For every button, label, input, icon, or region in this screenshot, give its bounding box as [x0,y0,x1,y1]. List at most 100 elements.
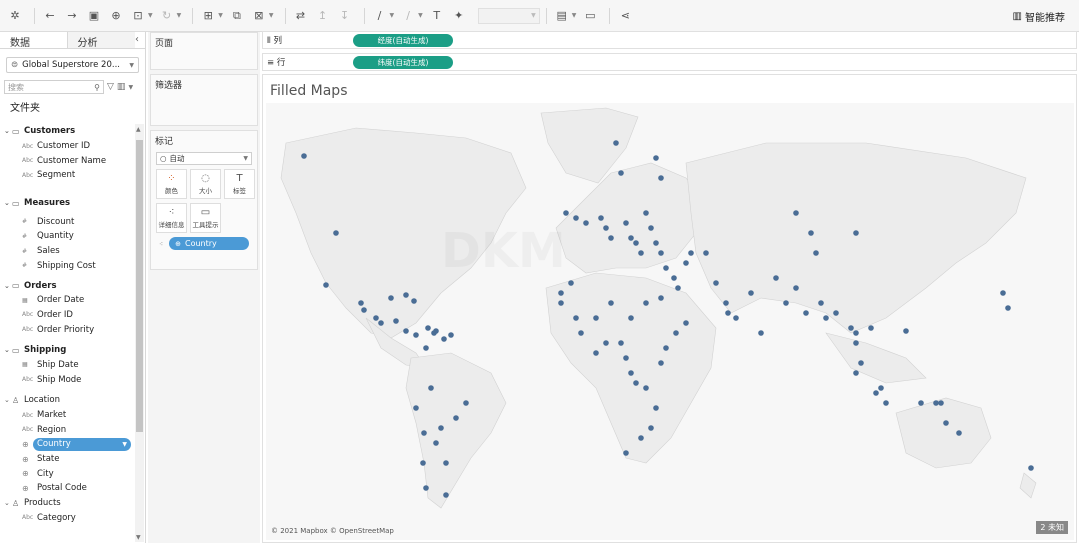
group-customers[interactable]: ⌄ ▭ Customers [0,124,134,139]
country-dot[interactable] [933,400,939,406]
country-dot[interactable] [628,315,634,321]
world-map[interactable]: DKM © 2021 Mapbox © OpenStreetMap 2 未知 [266,103,1074,540]
country-dot[interactable] [578,330,584,336]
country-dot[interactable] [643,385,649,391]
country-dot[interactable] [648,425,654,431]
country-dot[interactable] [388,295,394,301]
tooltip-button[interactable]: ▭ 工具提示 [190,203,221,233]
country-dot[interactable] [818,300,824,306]
country-dot[interactable] [671,275,677,281]
dropdown-caret-icon[interactable]: ▼ [390,12,395,19]
duplicate-sheet-icon[interactable]: ⧉ [228,7,246,25]
country-dot[interactable] [873,390,879,396]
country-dot[interactable] [421,430,427,436]
field-sales[interactable]: # Sales [0,244,134,259]
tableau-logo-icon[interactable]: ✲ [6,7,24,25]
group-location[interactable]: ⌄ ♙ Location [0,393,134,408]
country-dot[interactable] [848,325,854,331]
country-dot[interactable] [853,230,859,236]
field-postal-code[interactable]: ⊕ Postal Code [0,481,134,496]
country-dot[interactable] [853,340,859,346]
save-icon[interactable]: ▣ [85,7,103,25]
country-dot[interactable] [558,290,564,296]
country-dot[interactable] [413,332,419,338]
scrollbar-thumb[interactable] [136,140,143,432]
country-dot[interactable] [658,250,664,256]
country-dot[interactable] [713,280,719,286]
country-dot[interactable] [618,340,624,346]
country-dot[interactable] [813,250,819,256]
country-dot[interactable] [623,355,629,361]
country-dot[interactable] [598,215,604,221]
country-dot[interactable] [453,415,459,421]
country-dot[interactable] [403,292,409,298]
country-dot[interactable] [573,215,579,221]
dropdown-caret-icon[interactable]: ▼ [218,12,223,19]
country-dot[interactable] [433,440,439,446]
country-dot[interactable] [441,336,447,342]
longitude-pill[interactable]: 经度(自动生成) [353,33,453,47]
country-dot[interactable] [423,485,429,491]
country-dot[interactable] [361,307,367,313]
country-detail-pill[interactable]: ⊕ Country [169,237,250,250]
country-dot[interactable] [653,405,659,411]
country-dot[interactable] [301,153,307,159]
country-dot[interactable] [808,230,814,236]
dropdown-caret-icon[interactable]: ▼ [418,12,423,19]
latitude-pill[interactable]: 纬度(自动生成) [353,55,453,69]
country-dot[interactable] [783,300,789,306]
field-customer-name[interactable]: Abc Customer Name [0,153,134,168]
field-category[interactable]: Abc Category [0,511,134,526]
highlight-icon[interactable]: ∕ [371,7,389,25]
country-dot[interactable] [1028,465,1034,471]
field-market[interactable]: Abc Market [0,408,134,423]
country-dot[interactable] [883,400,889,406]
country-dot[interactable] [558,300,564,306]
search-input[interactable]: 搜索 ⚲ [4,80,104,94]
show-labels-icon[interactable]: T [428,7,446,25]
country-dot[interactable] [428,385,434,391]
country-dot[interactable] [425,325,431,331]
country-dot[interactable] [628,370,634,376]
country-dot[interactable] [413,405,419,411]
collapse-pane-icon[interactable]: ‹ [135,32,145,48]
filter-icon[interactable]: ▽ [107,82,114,92]
country-dot[interactable] [423,345,429,351]
selected-field-pill[interactable]: Country ▼ [33,437,131,451]
country-dot[interactable] [663,265,669,271]
country-dot[interactable] [853,370,859,376]
country-dot[interactable] [438,425,444,431]
country-dot[interactable] [803,310,809,316]
color-button[interactable]: ⁘ 颜色 [156,169,187,199]
field-ship-mode[interactable]: Abc Ship Mode [0,372,134,387]
country-dot[interactable] [918,400,924,406]
country-dot[interactable] [823,315,829,321]
country-dot[interactable] [603,340,609,346]
country-dot[interactable] [411,298,417,304]
country-dot[interactable] [723,300,729,306]
pin-axes-icon[interactable]: ✦ [450,7,468,25]
country-dot[interactable] [608,300,614,306]
country-dot[interactable] [853,330,859,336]
pages-card[interactable]: 页面 [150,32,258,70]
country-dot[interactable] [878,385,884,391]
country-dot[interactable] [793,285,799,291]
field-shipping-cost[interactable]: # Shipping Cost [0,259,134,274]
country-dot[interactable] [613,140,619,146]
country-dot[interactable] [431,330,437,336]
field-order-priority[interactable]: Abc Order Priority [0,322,134,337]
share-icon[interactable]: ⋖ [616,7,634,25]
scroll-up-icon[interactable]: ▲ [136,126,141,133]
dropdown-caret-icon[interactable]: ▼ [572,12,577,19]
country-dot[interactable] [463,400,469,406]
presentation-mode-icon[interactable]: ▭ [581,7,599,25]
country-dot[interactable] [658,295,664,301]
country-dot[interactable] [448,332,454,338]
field-scrollbar[interactable]: ▲ ▼ [135,124,144,542]
country-dot[interactable] [658,175,664,181]
field-region[interactable]: Abc Region [0,422,134,437]
group-shipping[interactable]: ⌄ ▭ Shipping [0,343,134,358]
group-orders[interactable]: ⌄ ▭ Orders [0,278,134,293]
field-ship-date[interactable]: ▦ Ship Date [0,358,134,373]
refresh-icon[interactable]: ↻ [158,7,176,25]
